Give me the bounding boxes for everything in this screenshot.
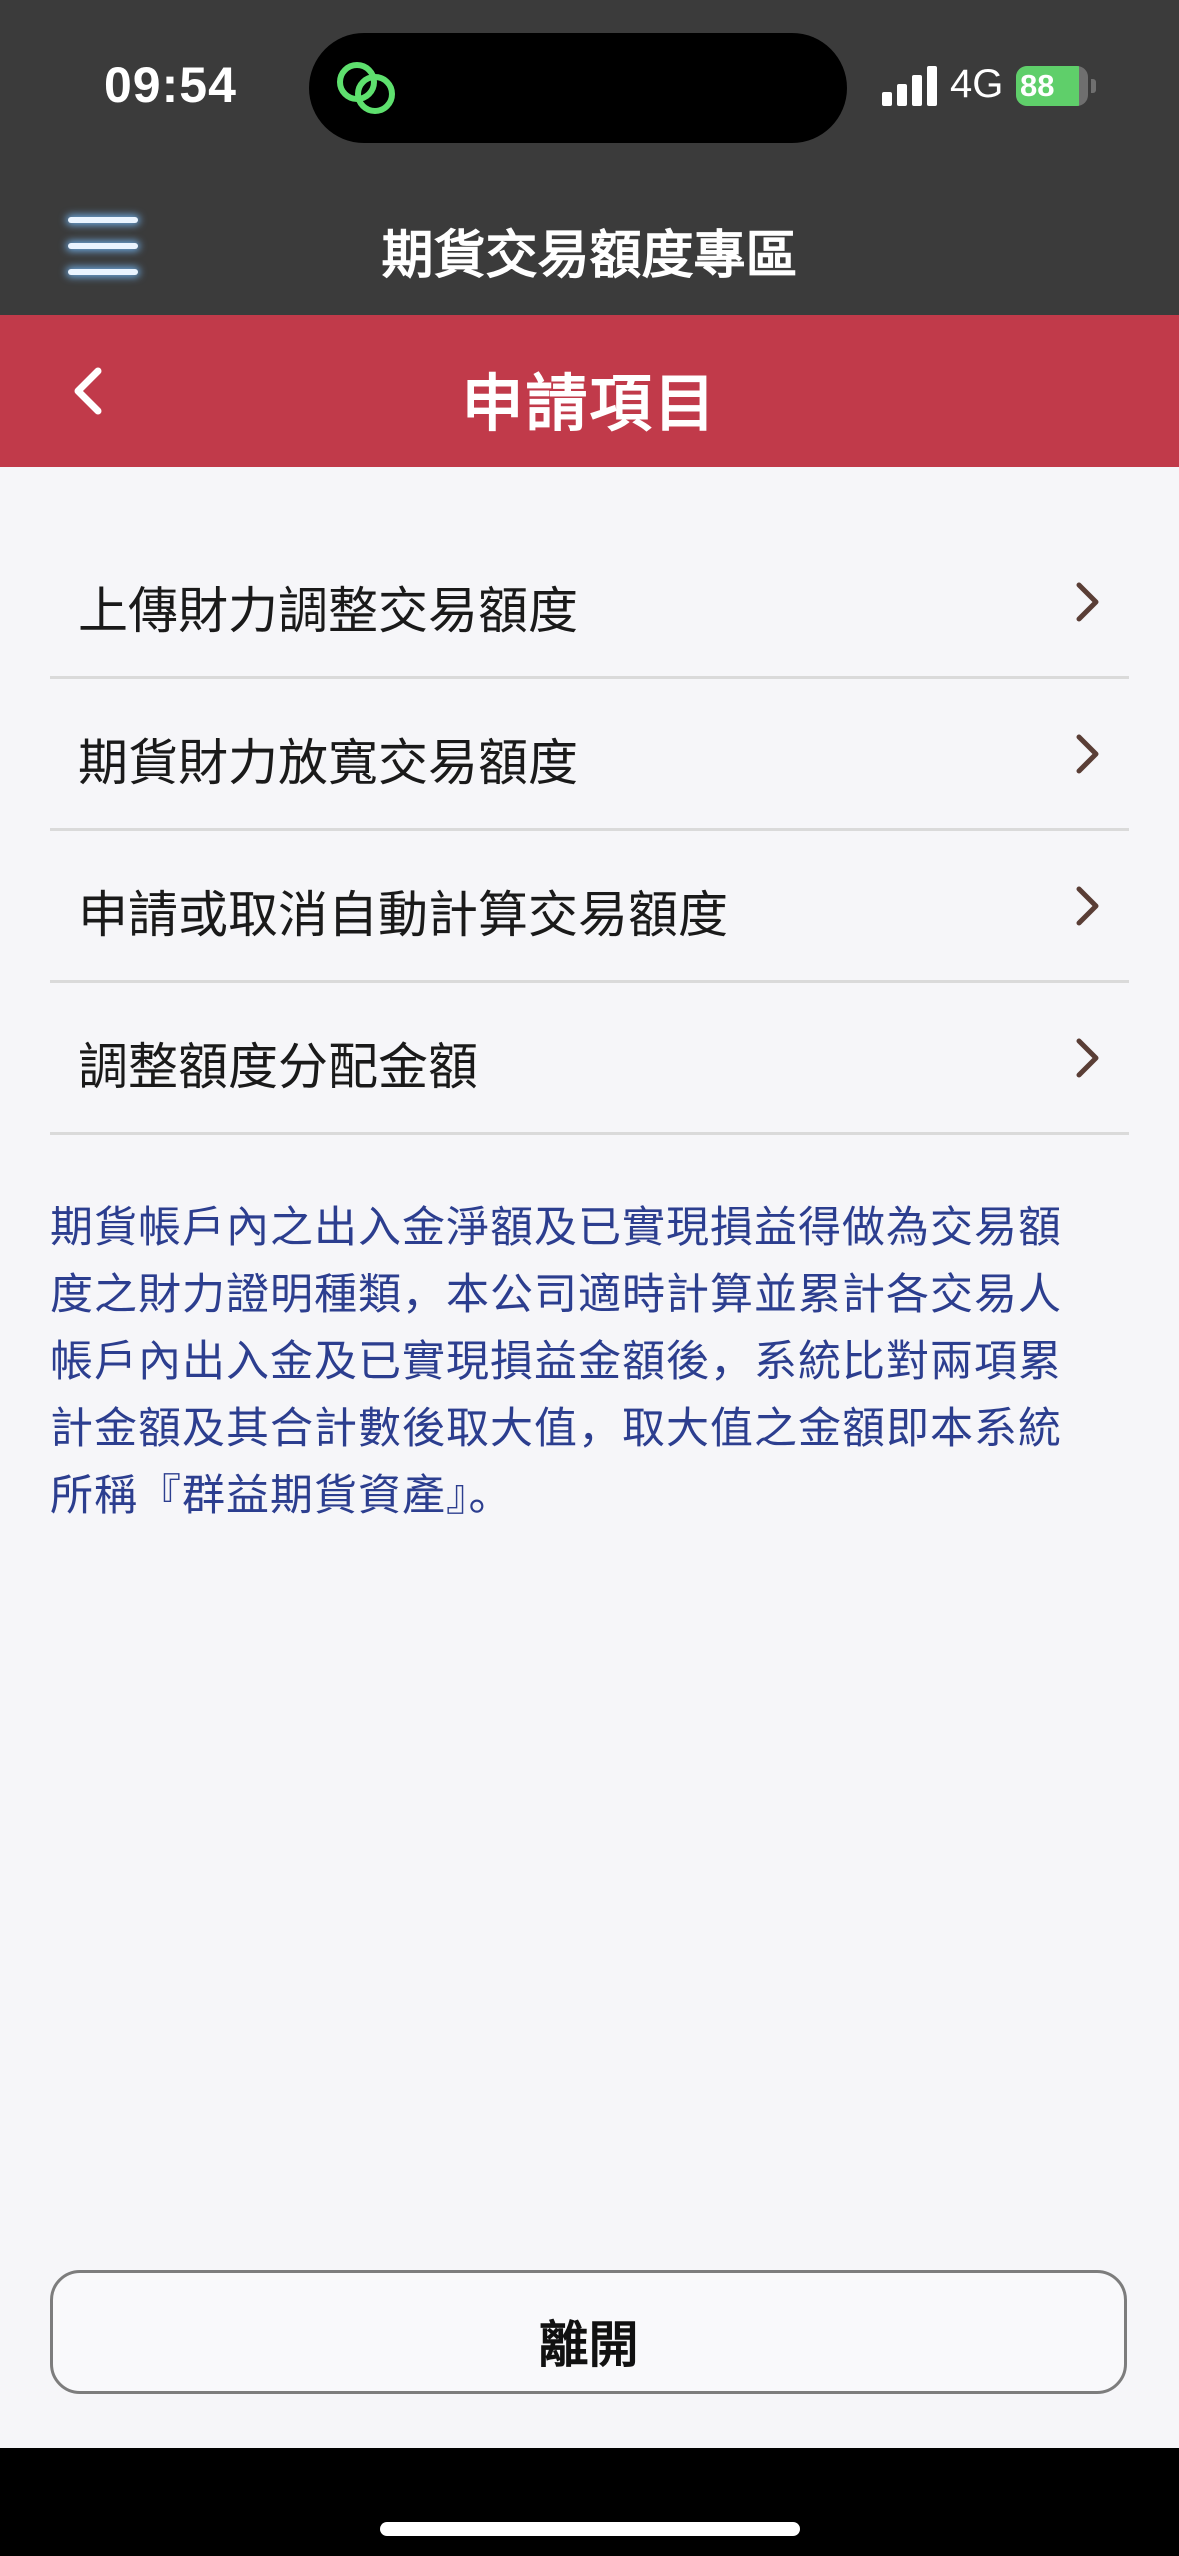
chevron-right-icon <box>1076 886 1099 926</box>
link-icon <box>337 62 395 114</box>
network-label: 4G <box>950 62 1004 106</box>
battery-icon: 88 <box>1016 66 1096 106</box>
dynamic-island <box>309 33 847 143</box>
description-line: 計金額及其合計數後取大值，取大值之金額即本系統 <box>50 1404 1062 1454</box>
application-menu-list: 上傳財力調整交易額度 期貨財力放寬交易額度 申請或取消自動計算交易額度 調整額度… <box>50 527 1129 1135</box>
menu-item-upload-financial[interactable]: 上傳財力調整交易額度 <box>50 527 1129 679</box>
section-title: 申請項目 <box>461 367 718 440</box>
menu-item-auto-calc[interactable]: 申請或取消自動計算交易額度 <box>50 831 1129 983</box>
app-header: 期貨交易額度專區 <box>0 175 1179 315</box>
signal-icon <box>882 66 937 106</box>
chevron-right-icon <box>1076 582 1099 622</box>
description-line: 所稱『群益期貨資產』。 <box>50 1471 513 1521</box>
menu-item-futures-financial[interactable]: 期貨財力放寬交易額度 <box>50 679 1129 831</box>
description-line: 期貨帳戶內之出入金淨額及已實現損益得做為交易額 <box>50 1203 1062 1253</box>
description-text: 期貨帳戶內之出入金淨額及已實現損益得做為交易額 度之財力證明種類，本公司適時計算… <box>50 1195 1140 1530</box>
home-indicator-area <box>0 2448 1179 2556</box>
leave-button-label: 離開 <box>538 2316 639 2374</box>
description-line: 帳戶內出入金及已實現損益金額後，系統比對兩項累 <box>50 1337 1062 1387</box>
menu-item-label: 申請或取消自動計算交易額度 <box>78 886 728 944</box>
description-line: 度之財力證明種類，本公司適時計算並累計各交易人 <box>50 1270 1062 1320</box>
menu-item-allocation[interactable]: 調整額度分配金額 <box>50 983 1129 1135</box>
status-bar: 09:54 4G 88 <box>0 0 1179 175</box>
page-title: 期貨交易額度專區 <box>381 226 798 286</box>
menu-item-label: 期貨財力放寬交易額度 <box>78 734 578 792</box>
leave-button[interactable]: 離開 <box>50 2270 1127 2394</box>
chevron-right-icon <box>1076 734 1099 774</box>
chevron-right-icon <box>1076 1038 1099 1078</box>
battery-percent: 88 <box>1020 68 1055 103</box>
menu-item-label: 上傳財力調整交易額度 <box>78 582 578 640</box>
section-header: 申請項目 <box>0 315 1179 467</box>
menu-item-label: 調整額度分配金額 <box>78 1038 478 1096</box>
status-time: 09:54 <box>104 57 237 113</box>
home-indicator[interactable] <box>380 2522 800 2536</box>
